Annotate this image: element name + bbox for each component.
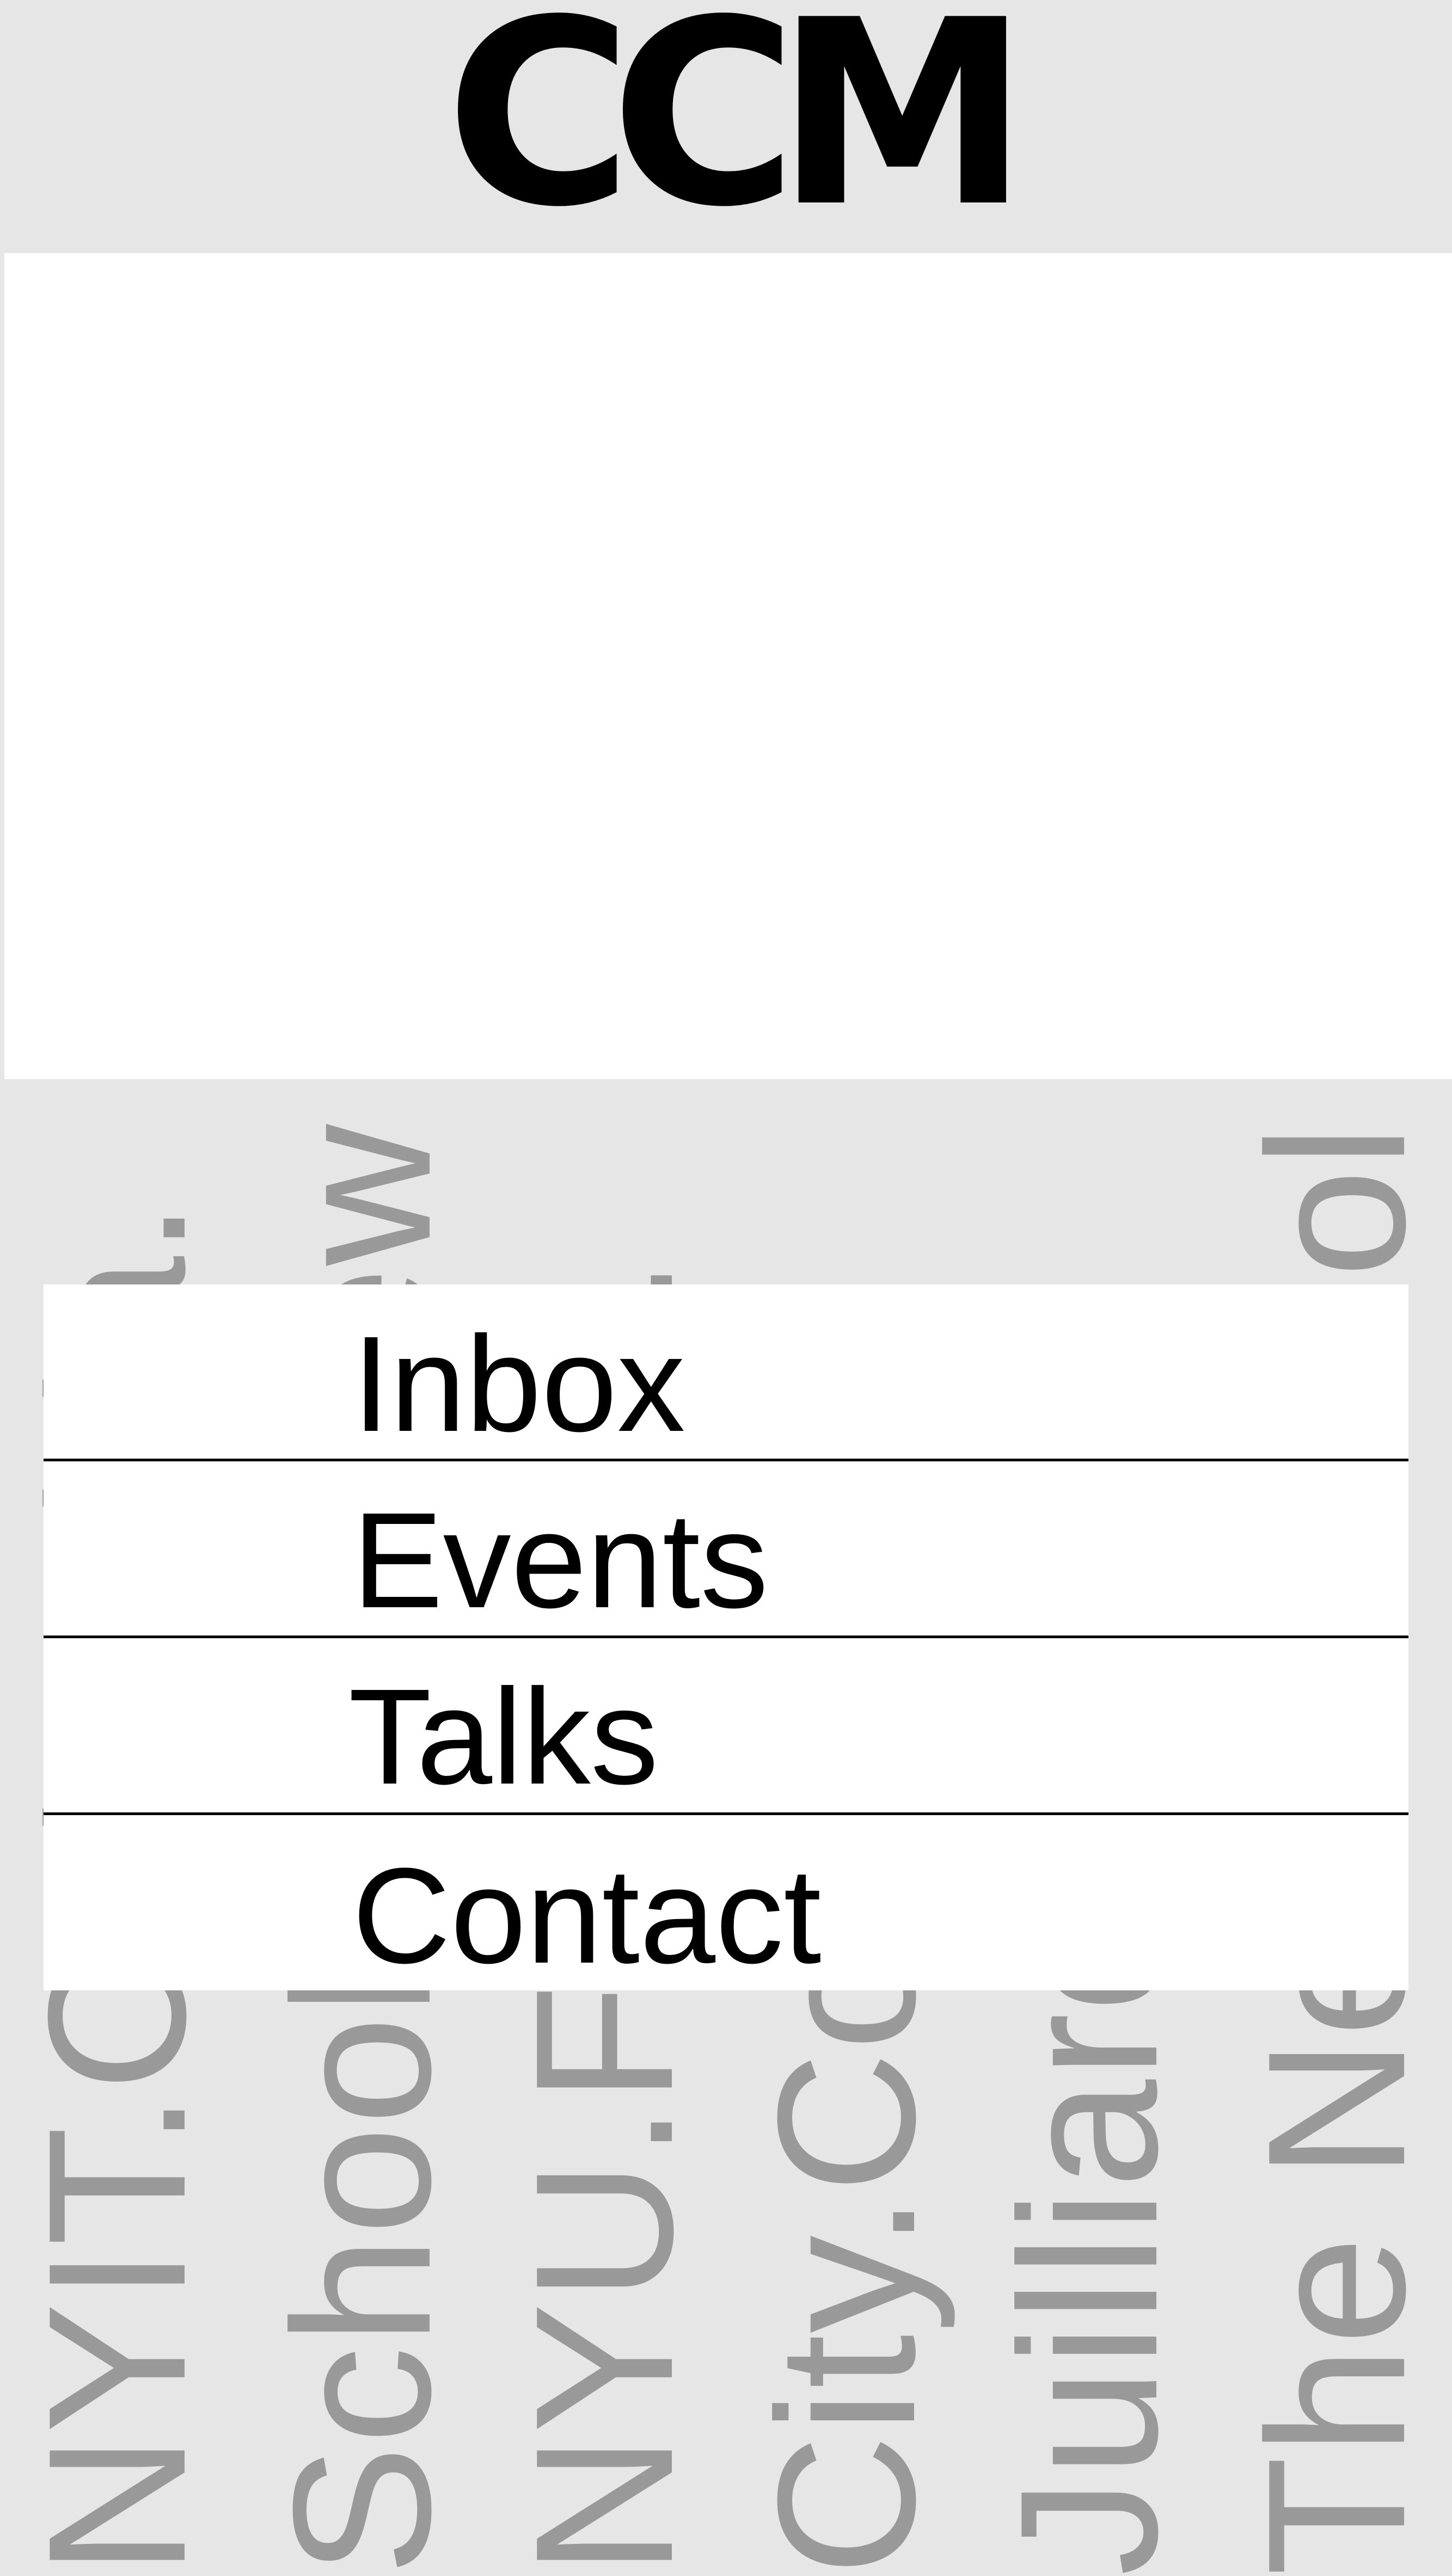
menu-item-label: Inbox bbox=[352, 1308, 685, 1460]
hero-panel bbox=[4, 253, 1452, 1079]
menu-item-label: Contact bbox=[352, 1840, 822, 1991]
menu-item-inbox[interactable]: Inbox bbox=[44, 1284, 1408, 1459]
menu-item-label: Events bbox=[352, 1484, 769, 1636]
menu-item-talks[interactable]: Talks bbox=[44, 1638, 1408, 1812]
menu-item-contact[interactable]: Contact bbox=[44, 1815, 1408, 1990]
app-screen: CCM NYIT.Columbia. School.The New NYU.Fo… bbox=[0, 0, 1452, 2576]
nav-menu: Inbox Events Talks Contact bbox=[44, 1284, 1408, 1990]
header: CCM bbox=[0, 0, 1452, 253]
menu-item-events[interactable]: Events bbox=[44, 1461, 1408, 1636]
app-logo[interactable]: CCM bbox=[0, 0, 1452, 242]
menu-item-label: Talks bbox=[348, 1661, 659, 1812]
